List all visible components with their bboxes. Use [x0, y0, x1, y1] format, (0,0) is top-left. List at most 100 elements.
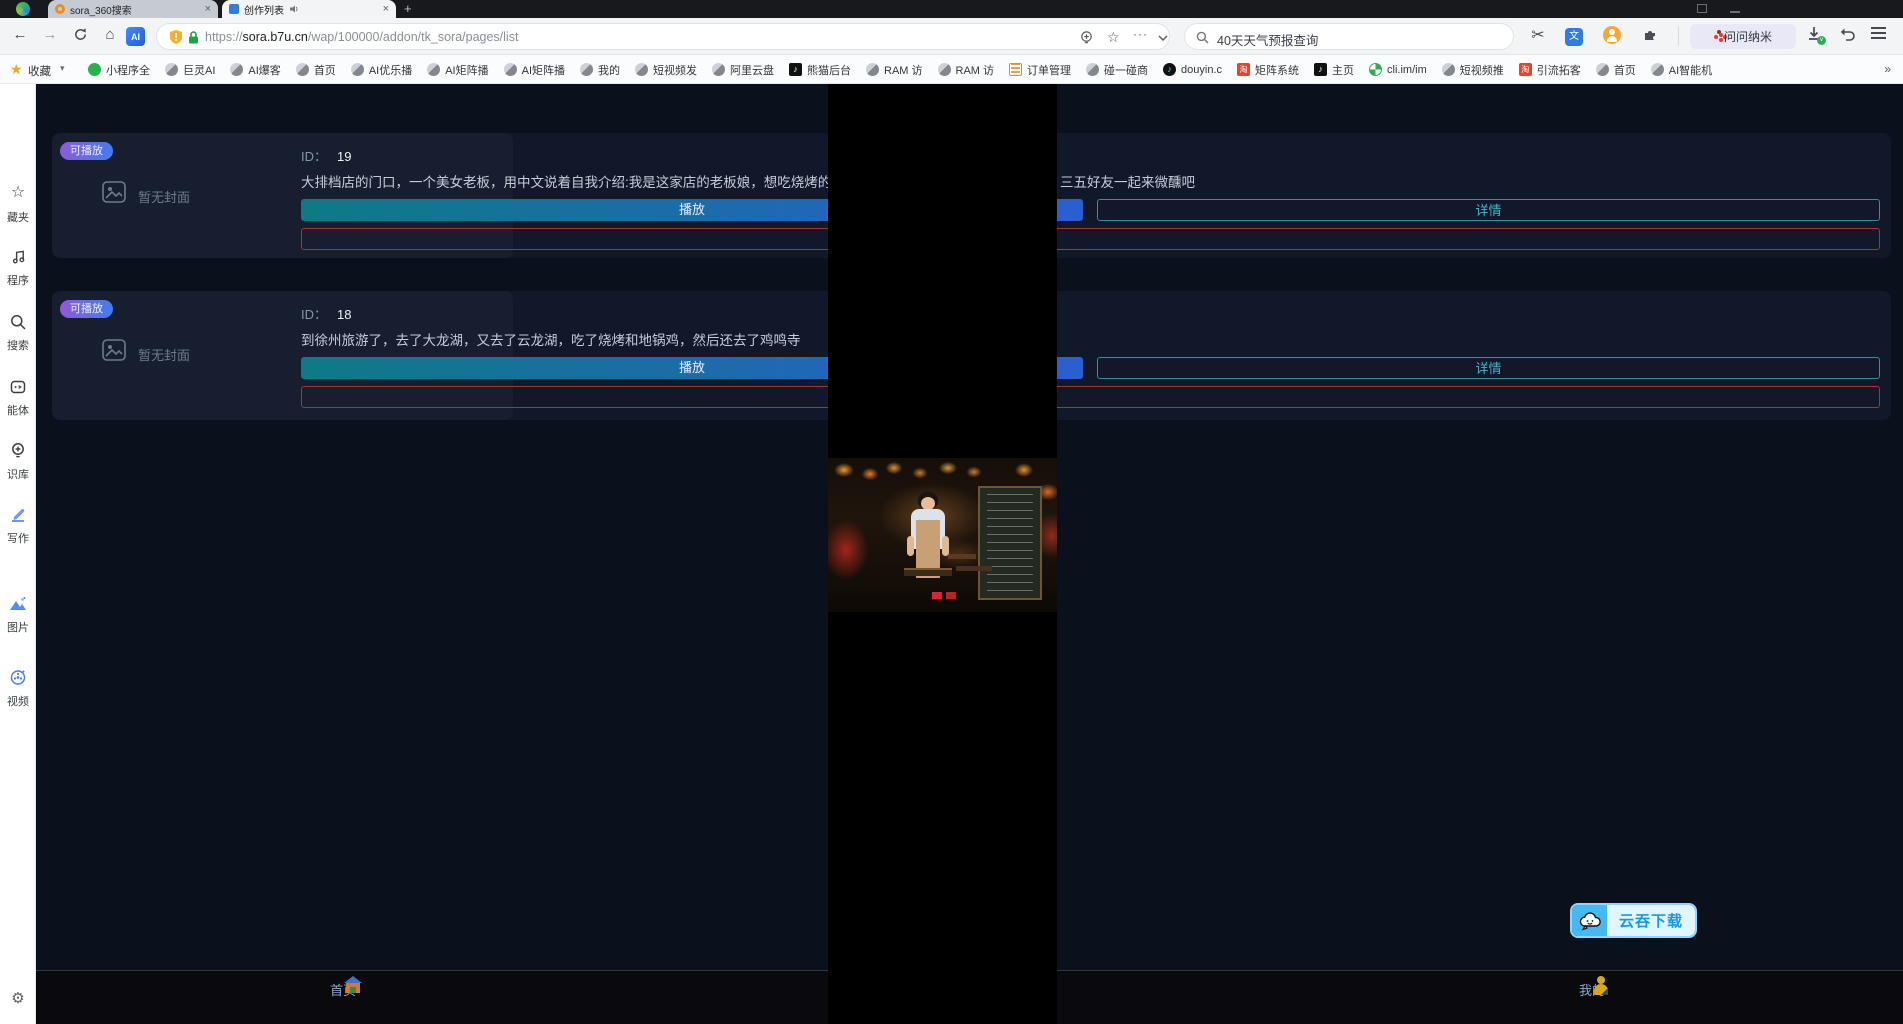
new-tab-button[interactable]: + — [404, 1, 412, 16]
undo-icon[interactable] — [1838, 26, 1858, 46]
detail-button[interactable]: 详情 — [1097, 357, 1880, 379]
home-icon[interactable]: ⌂ — [100, 26, 120, 43]
extensions-puzzle-icon[interactable] — [1640, 27, 1660, 47]
delete-button[interactable] — [301, 228, 1880, 250]
user-avatar-icon[interactable] — [1602, 26, 1622, 48]
more-actions-icon[interactable]: ··· — [1133, 27, 1148, 41]
sidebar-item-favorites[interactable]: ☆ 藏夹 — [0, 184, 36, 225]
globe-favicon — [1651, 63, 1664, 76]
quick-search-box[interactable]: 40天天气预报查询 — [1184, 23, 1514, 50]
browser-tab-bar: sora_360搜索 × 创作列表 × + — [0, 0, 1903, 18]
bookmark-star-icon[interactable]: ☆ — [1107, 29, 1120, 46]
video-player-overlay[interactable] — [828, 84, 1057, 1024]
tab-creation-list[interactable]: 创作列表 × — [222, 0, 396, 18]
favorites-star-icon[interactable]: ★ — [10, 61, 23, 78]
bookmark-item[interactable]: 短视频推 — [1442, 62, 1504, 78]
bookmark-item[interactable]: cli.im/im — [1369, 63, 1427, 76]
chevron-down-icon[interactable] — [1157, 31, 1169, 49]
sidebar-item-knowledge[interactable]: 识库 — [0, 442, 36, 482]
globe-favicon — [712, 63, 725, 76]
favorites-caret-icon[interactable]: ▾ — [60, 63, 65, 74]
translate-icon[interactable]: 文 — [1564, 26, 1584, 46]
bookmark-item[interactable]: AI爆客 — [230, 62, 280, 78]
sidebar-item-agent[interactable]: 能体 — [0, 379, 36, 418]
url-text[interactable]: https://sora.b7u.cn/wap/100000/addon/tk_… — [205, 30, 518, 44]
address-bar[interactable]: https://sora.b7u.cn/wap/100000/addon/tk_… — [156, 23, 1170, 50]
globe-favicon — [427, 63, 440, 76]
toolbar-divider — [1678, 26, 1679, 46]
video-frame[interactable] — [828, 458, 1057, 612]
browser-logo-icon[interactable] — [16, 2, 30, 16]
sidebar-item-miniprogram[interactable]: 程序 — [0, 249, 36, 288]
bookmark-item[interactable]: 首页 — [296, 62, 336, 78]
sora-list-page: 可播放 暂无封面 ID：19 大排档店的门口，一个美女老板，用中文说着自我介绍:… — [36, 84, 1903, 1024]
close-icon[interactable]: × — [383, 3, 389, 15]
download-badge: v — [1817, 36, 1826, 45]
reader-lamp-icon[interactable] — [1079, 30, 1094, 50]
window-minimize-icon[interactable] — [1730, 4, 1740, 13]
bookmark-item[interactable]: AI矩阵播 — [427, 62, 488, 78]
sidebar-item-ai-image[interactable]: 图片 — [0, 596, 36, 635]
bookmark-item[interactable]: ♪熊猫后台 — [789, 62, 851, 78]
close-icon[interactable]: × — [205, 3, 211, 15]
shield-icon[interactable] — [169, 29, 183, 50]
douyin-favicon: ♪ — [789, 63, 802, 76]
bookmark-item[interactable]: ♪主页 — [1314, 62, 1354, 78]
bookmark-item[interactable]: AI矩阵播 — [504, 62, 565, 78]
sidebar-item-search[interactable]: 搜索 — [0, 314, 36, 353]
tab-sora-search[interactable]: sora_360搜索 × — [48, 0, 218, 18]
bookmark-item[interactable]: 阿里云盘 — [712, 62, 774, 78]
order-doc-favicon — [1009, 63, 1022, 76]
refresh-icon[interactable] — [70, 27, 90, 46]
back-icon[interactable]: ← — [10, 26, 30, 43]
bookmarks-overflow-icon[interactable]: » — [1884, 62, 1891, 76]
bookmark-item[interactable]: 淘矩阵系统 — [1237, 62, 1299, 78]
no-image-icon — [102, 339, 126, 366]
browser-toolbar: ← → ⌂ AI https://sora.b7u.cn/wap/100000/… — [0, 18, 1903, 55]
sidebar-item-ai-writing[interactable]: 写作 — [0, 506, 36, 546]
download-manager-icon[interactable]: v — [1804, 26, 1824, 46]
film-reel-icon — [0, 669, 36, 686]
favorites-label[interactable]: 收藏 — [28, 63, 51, 79]
bookmark-item[interactable]: ♪douyin.c — [1163, 63, 1222, 76]
forward-icon[interactable]: → — [40, 26, 60, 43]
sidebar-item-ai-video[interactable]: 视频 — [0, 669, 36, 709]
cloud-download-button[interactable]: 云吞下载 — [1570, 903, 1697, 938]
bookmark-item[interactable]: 我的 — [580, 62, 620, 78]
audio-playing-icon[interactable] — [289, 4, 299, 14]
menu-icon[interactable] — [1868, 27, 1888, 44]
bookmark-item[interactable]: 淘引流拓客 — [1519, 62, 1581, 78]
nav-tab-home[interactable]: 首页 — [307, 976, 379, 999]
bookmark-item[interactable]: AI优乐播 — [351, 62, 412, 78]
playable-badge: 可播放 — [60, 142, 113, 160]
bookmark-item[interactable]: 巨灵AI — [165, 62, 215, 78]
nami-assistant-chip[interactable]: 问问纳米 — [1690, 24, 1796, 49]
no-cover-label: 暂无封面 — [138, 345, 190, 364]
bookmark-item[interactable]: 小程序全 — [88, 62, 150, 78]
lock-icon — [188, 31, 199, 49]
mountain-image-icon — [0, 596, 36, 612]
nav-tab-mine[interactable]: 我的 — [1556, 976, 1628, 999]
settings-gear-icon[interactable]: ⚙ — [0, 989, 36, 1007]
screenshot-scissors-icon[interactable]: ✂ — [1528, 25, 1548, 45]
agent-icon — [0, 379, 36, 395]
bookmark-item[interactable]: RAM 访 — [938, 62, 995, 78]
bookmarks-bar: ★ 收藏 ▾ 小程序全 巨灵AI AI爆客 首页 AI优乐播 AI矩阵播 AI矩… — [0, 55, 1903, 84]
bookmark-item[interactable]: 碰一碰商 — [1086, 62, 1148, 78]
window-restore-icon[interactable] — [1697, 4, 1707, 13]
item-id: ID：19 — [301, 146, 351, 165]
delete-button[interactable] — [301, 386, 1880, 408]
douyin-favicon: ♪ — [1314, 63, 1327, 76]
red-sign — [932, 592, 942, 599]
search-query-text[interactable]: 40天天气预报查询 — [1217, 30, 1318, 49]
bookmark-item[interactable]: 订单管理 — [1009, 62, 1071, 78]
qrcode-favicon — [1369, 63, 1382, 76]
taobao-favicon: 淘 — [1237, 63, 1250, 76]
ai-assistant-icon[interactable]: AI — [126, 27, 145, 46]
miniprogram-favicon — [88, 63, 101, 76]
detail-button[interactable]: 详情 — [1097, 199, 1880, 221]
bookmark-item[interactable]: 首页 — [1596, 62, 1636, 78]
bookmark-item[interactable]: AI智能机 — [1651, 62, 1712, 78]
bookmark-item[interactable]: 短视频发 — [635, 62, 697, 78]
bookmark-item[interactable]: RAM 访 — [866, 62, 923, 78]
